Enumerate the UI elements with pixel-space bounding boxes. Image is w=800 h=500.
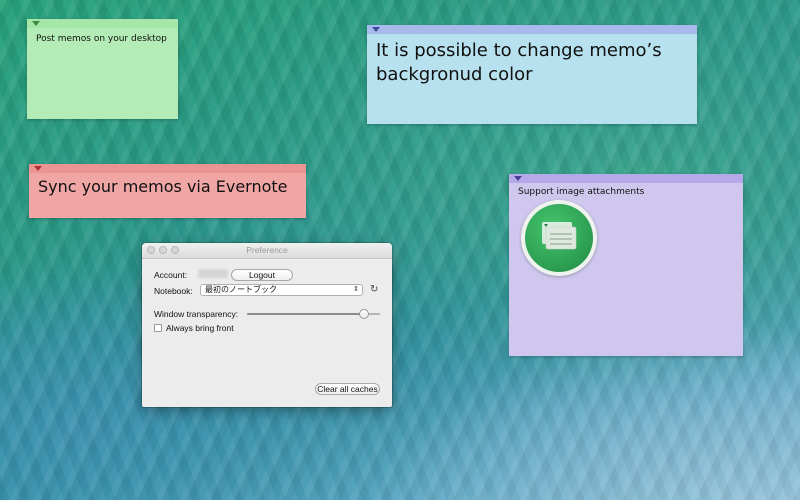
notebook-label: Notebook: (154, 286, 193, 296)
select-arrows-icon: ⇕ (353, 286, 359, 293)
window-transparency-label: Window transparency: (154, 309, 239, 319)
preference-window[interactable]: Preference Account: Logout Notebook: 最初の… (142, 243, 392, 407)
memo-text[interactable]: It is possible to change memo’s backgron… (367, 34, 697, 92)
memo-header[interactable] (29, 164, 306, 173)
memo-header[interactable] (509, 174, 743, 183)
memo-menu-triangle-icon[interactable] (34, 166, 42, 171)
transparency-slider-fill (247, 313, 365, 315)
memo-purple[interactable]: Support image attachments (509, 174, 743, 356)
app-image-attachment-icon[interactable] (521, 200, 597, 276)
notebook-select-value: 最初のノートブック (205, 285, 277, 294)
memo-blue[interactable]: It is possible to change memo’s backgron… (367, 25, 697, 124)
memo-red[interactable]: Sync your memos via Evernote (29, 164, 306, 218)
transparency-slider-knob[interactable] (359, 309, 370, 319)
always-bring-front-checkbox[interactable] (154, 324, 162, 332)
logout-button[interactable]: Logout (231, 269, 293, 281)
always-bring-front-label[interactable]: Always bring front (166, 323, 234, 333)
memo-menu-triangle-icon[interactable] (372, 27, 380, 32)
window-titlebar[interactable]: Preference (142, 243, 392, 259)
memo-header[interactable] (27, 19, 178, 28)
memo-green[interactable]: Post memos on your desktop (27, 19, 178, 119)
account-label: Account: (154, 270, 188, 280)
clear-all-caches-button[interactable]: Clear all caches (315, 383, 380, 395)
memo-menu-triangle-icon[interactable] (514, 176, 522, 181)
memo-text[interactable]: Post memos on your desktop (27, 28, 178, 47)
window-title: Preference (246, 245, 288, 255)
memo-menu-triangle-icon[interactable] (32, 21, 40, 26)
account-name-redacted (198, 269, 228, 278)
memo-text[interactable]: Support image attachments (509, 183, 743, 201)
memo-header[interactable] (367, 25, 697, 34)
notebook-select[interactable]: 最初のノートブック ⇕ (200, 284, 363, 296)
memo-text[interactable]: Sync your memos via Evernote (29, 173, 306, 200)
refresh-icon[interactable]: ↻ (370, 284, 378, 295)
